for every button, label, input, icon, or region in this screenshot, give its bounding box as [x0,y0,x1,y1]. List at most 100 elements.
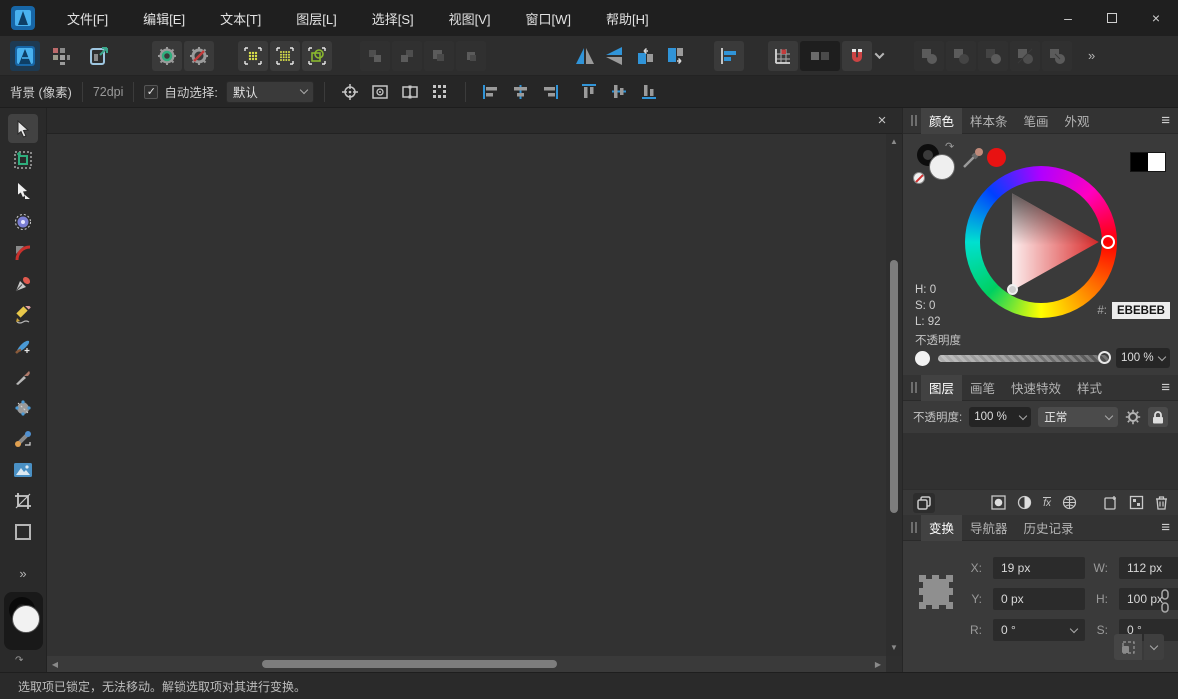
knife-tool[interactable] [8,362,38,391]
panel-drag-handle[interactable] [907,382,921,393]
maximize-button[interactable] [1090,0,1134,36]
tab-history[interactable]: 历史记录 [1016,515,1082,541]
designer-persona-button[interactable] [10,41,40,71]
align-top-button[interactable] [576,80,602,104]
canvas-area[interactable]: × ▲ ▼ ◀ ▶ [47,108,902,672]
hue-marker[interactable] [1101,235,1115,249]
tab-stroke[interactable]: 笔画 [1016,108,1057,134]
adjustment-layer-icon[interactable] [1017,495,1032,510]
link-dimensions-icon[interactable] [1160,589,1170,613]
scroll-down-icon[interactable]: ▼ [890,640,898,654]
tab-color[interactable]: 颜色 [921,108,962,134]
node-tool[interactable] [8,176,38,205]
horizontal-scrollbar[interactable]: ◀ ▶ [47,656,886,672]
tab-brushes[interactable]: 画笔 [962,375,1003,401]
menu-text[interactable]: 文本[T] [214,5,267,32]
blend-options-gear-icon[interactable] [1125,409,1141,425]
tab-navigator[interactable]: 导航器 [962,515,1016,541]
vector-brush-tool[interactable] [8,331,38,360]
panel-drag-handle[interactable] [907,522,921,533]
place-image-tool[interactable] [8,455,38,484]
anchor-point-selector[interactable] [919,575,953,609]
grayscale-swatch[interactable] [1130,152,1166,172]
crop-tool[interactable] [8,486,38,515]
saturation-lightness-marker[interactable] [1007,284,1018,295]
pixel-persona-button[interactable] [46,41,76,71]
opacity-slider[interactable] [938,355,1108,362]
horizontal-scrollbar-thumb[interactable] [262,660,557,668]
snap-shapes-button[interactable] [302,41,332,71]
color-wheel[interactable] [965,166,1117,318]
delete-layer-icon[interactable] [1155,495,1168,510]
rotate-ccw-button[interactable] [630,41,660,71]
mesh-warp-icon[interactable] [1062,495,1077,510]
swap-colors-icon[interactable]: ↷ [15,655,23,666]
tab-quick-fx[interactable]: 快速特效 [1003,375,1069,401]
align-right-button[interactable] [538,80,564,104]
tab-appearance[interactable]: 外观 [1057,108,1098,134]
point-transform-tool[interactable] [8,207,38,236]
show-handles-button[interactable] [397,80,423,104]
saturation-lightness-triangle[interactable] [965,166,1117,318]
transparency-tool[interactable] [8,424,38,453]
preferences-gear-button[interactable] [152,41,182,71]
align-middle-button[interactable] [606,80,632,104]
menu-view[interactable]: 视图[V] [443,5,497,32]
tab-styles[interactable]: 样式 [1069,375,1110,401]
transform-origin-button[interactable] [337,80,363,104]
menu-select[interactable]: 选择[S] [366,5,420,32]
snapping-magnet-button[interactable] [842,41,872,71]
snap-grid-sparse-button[interactable] [238,41,268,71]
pixel-align-button[interactable] [427,80,453,104]
panel-menu-icon[interactable]: ≡ [1161,379,1170,396]
artboard-tool[interactable] [8,145,38,174]
vertical-scrollbar-thumb[interactable] [890,260,898,513]
layer-opacity-dropdown[interactable]: 100 % [969,407,1031,427]
menu-help[interactable]: 帮助[H] [600,5,655,32]
view-close-button[interactable]: × [872,112,892,129]
corner-tool[interactable] [8,238,38,267]
layer-list[interactable] [903,433,1178,489]
fill-tool[interactable] [8,393,38,422]
snap-grid-dense-button[interactable] [270,41,300,71]
scroll-left-icon[interactable]: ◀ [47,660,63,669]
flip-horizontal-button[interactable] [570,41,600,71]
auto-select-dropdown[interactable]: 默认 [226,81,314,103]
flip-vertical-button[interactable] [600,41,630,71]
insertion-mode-button[interactable] [800,41,840,71]
edit-all-layers-button[interactable] [913,493,935,513]
snapping-dropdown-chevron[interactable] [872,41,886,71]
rotate-cw-button[interactable] [660,41,690,71]
grid-axis-button[interactable] [768,41,798,71]
hide-selection-button[interactable] [367,80,393,104]
picked-color-swatch[interactable] [987,148,1006,167]
pencil-tool[interactable] [8,300,38,329]
menu-edit[interactable]: 编辑[E] [137,5,191,32]
layer-effects-icon[interactable]: fx [1043,497,1051,509]
alignment-button[interactable] [714,41,744,71]
panel-menu-icon[interactable]: ≡ [1161,112,1170,129]
toolbar-overflow-icon[interactable]: » [1088,48,1095,63]
add-layer-icon[interactable] [1103,495,1118,510]
opacity-slider-handle[interactable] [1098,351,1111,364]
pen-tool[interactable] [8,269,38,298]
close-button[interactable]: × [1134,0,1178,36]
transform-mode-button[interactable] [1114,634,1142,660]
align-left-button[interactable] [478,80,504,104]
tab-swatches[interactable]: 样本条 [962,108,1016,134]
lock-layer-button[interactable] [1148,407,1168,427]
opacity-value-dropdown[interactable]: 100 % [1116,348,1170,368]
menu-window[interactable]: 窗口[W] [520,5,578,32]
y-field[interactable]: 0 px [993,588,1085,610]
settings-gear-button[interactable] [184,41,214,71]
menu-file[interactable]: 文件[F] [61,5,114,32]
scroll-right-icon[interactable]: ▶ [870,660,886,669]
vertical-scrollbar[interactable]: ▲ ▼ [886,134,902,656]
mask-layer-icon[interactable] [991,495,1006,510]
fill-color-swatch[interactable] [12,605,40,633]
fill-stroke-selector[interactable]: ↷ [4,592,43,650]
align-bottom-button[interactable] [636,80,662,104]
w-field[interactable]: 112 px [1119,557,1178,579]
tab-layers[interactable]: 图层 [921,375,962,401]
new-pixel-layer-icon[interactable] [1129,495,1144,510]
